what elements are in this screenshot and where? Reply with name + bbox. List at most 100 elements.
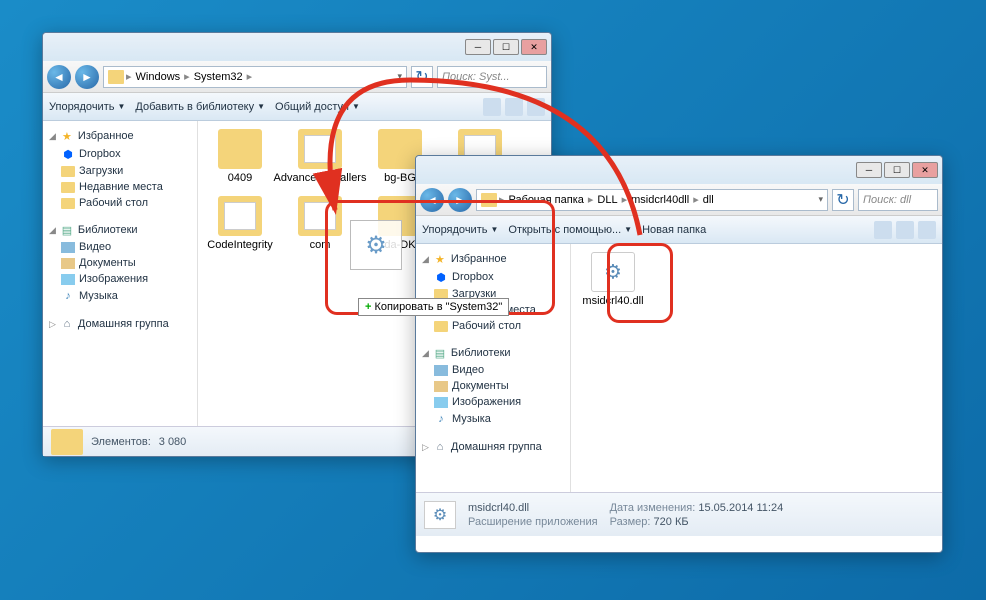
sidebar-item-desktop[interactable]: Рабочий стол (47, 195, 193, 211)
sidebar-item-downloads[interactable]: Загрузки (420, 286, 566, 302)
maximize-button[interactable]: ☐ (493, 39, 519, 55)
sidebar-item-documents[interactable]: Документы (420, 378, 566, 394)
close-button[interactable]: ✕ (912, 162, 938, 178)
sidebar-item-images[interactable]: Изображения (47, 271, 193, 287)
breadcrumb-item[interactable]: msidcrl40dll (629, 194, 691, 206)
forward-button[interactable]: ► (75, 65, 99, 89)
sidebar-favorites[interactable]: ◢★Избранное (47, 127, 193, 145)
folder-item[interactable]: AdvancedInstallers (286, 129, 354, 184)
chevron-right-icon: ▸ (126, 70, 132, 83)
details-modified-value: 15.05.2014 11:24 (698, 502, 783, 514)
folder-icon (298, 129, 342, 169)
view-button[interactable] (874, 221, 892, 239)
library-icon: ▤ (60, 223, 74, 237)
folder-icon (61, 166, 75, 177)
sidebar-item-recent[interactable]: Недавние места (47, 179, 193, 195)
image-icon (434, 397, 448, 408)
minimize-button[interactable]: ─ (856, 162, 882, 178)
collapse-icon: ◢ (49, 131, 56, 142)
details-filename: msidcrl40.dll (468, 502, 598, 514)
sidebar-libraries[interactable]: ◢▤Библиотеки (420, 344, 566, 362)
close-button[interactable]: ✕ (521, 39, 547, 55)
music-icon: ♪ (61, 289, 75, 303)
status-count: 3 080 (159, 436, 187, 448)
details-modified-label: Дата изменения: (610, 502, 696, 514)
sidebar-homegroup[interactable]: ▷⌂Домашняя группа (420, 438, 566, 456)
explorer-window-dll: ─ ☐ ✕ ◄ ► ▸ Рабочая папка ▸ DLL ▸ msidcr… (415, 155, 943, 553)
folder-item[interactable]: 0409 (206, 129, 274, 184)
sidebar-item-downloads[interactable]: Загрузки (47, 163, 193, 179)
sidebar-homegroup[interactable]: ▷⌂Домашняя группа (47, 315, 193, 333)
breadcrumb[interactable]: ▸ Windows ▸ System32 ▸ ▾ (103, 66, 407, 88)
openwith-menu[interactable]: Открыть с помощью...▼ (508, 224, 632, 236)
preview-button[interactable] (505, 98, 523, 116)
maximize-button[interactable]: ☐ (884, 162, 910, 178)
chevron-right-icon: ▸ (622, 193, 628, 206)
help-button[interactable] (918, 221, 936, 239)
sidebar-favorites[interactable]: ◢★Избранное (420, 250, 566, 268)
chevron-right-icon: ▸ (693, 193, 699, 206)
refresh-button[interactable]: ↻ (411, 66, 433, 88)
breadcrumb[interactable]: ▸ Рабочая папка ▸ DLL ▸ msidcrl40dll ▸ d… (476, 189, 828, 211)
sidebar-item-images[interactable]: Изображения (420, 394, 566, 410)
folder-icon (434, 305, 448, 316)
newfolder-button[interactable]: Новая папка (642, 224, 706, 236)
chevron-down-icon: ▼ (117, 102, 125, 111)
sidebar-item-video[interactable]: Видео (47, 239, 193, 255)
breadcrumb-item[interactable]: Рабочая папка (507, 194, 586, 206)
details-size-value: 720 КБ (654, 516, 689, 528)
breadcrumb-item[interactable]: DLL (595, 194, 619, 206)
expand-icon: ▷ (422, 442, 429, 453)
video-icon (434, 365, 448, 376)
breadcrumb-item[interactable]: dll (701, 194, 716, 206)
breadcrumb-item[interactable]: Windows (134, 71, 183, 83)
titlebar: ─ ☐ ✕ (43, 33, 551, 61)
folder-item[interactable]: com (286, 196, 354, 251)
folder-icon (218, 196, 262, 236)
folder-item[interactable]: CodeIntegrity (206, 196, 274, 251)
organize-menu[interactable]: Упорядочить▼ (422, 224, 498, 236)
details-size-label: Размер: (610, 516, 651, 528)
sidebar-item-music[interactable]: ♪Музыка (420, 410, 566, 428)
collapse-icon: ◢ (49, 225, 56, 236)
preview-button[interactable] (896, 221, 914, 239)
expand-icon: ▷ (49, 319, 56, 330)
breadcrumb-item[interactable]: System32 (192, 71, 245, 83)
file-item-dll[interactable]: msidcrl40.dll (579, 252, 647, 307)
sidebar-item-music[interactable]: ♪Музыка (47, 287, 193, 305)
chevron-down-icon[interactable]: ▾ (818, 194, 823, 205)
refresh-button[interactable]: ↻ (832, 189, 854, 211)
sidebar-item-documents[interactable]: Документы (47, 255, 193, 271)
forward-button[interactable]: ► (448, 188, 472, 212)
chevron-down-icon: ▼ (624, 225, 632, 234)
dropbox-icon: ⬢ (61, 147, 75, 161)
sidebar-item-dropbox[interactable]: ⬢Dropbox (420, 268, 566, 286)
chevron-right-icon: ▸ (588, 193, 594, 206)
sidebar-item-dropbox[interactable]: ⬢Dropbox (47, 145, 193, 163)
search-input[interactable]: Поиск: Syst... (437, 66, 547, 88)
back-button[interactable]: ◄ (420, 188, 444, 212)
help-button[interactable] (527, 98, 545, 116)
share-menu[interactable]: Общий доступ▼ (275, 101, 360, 113)
file-pane[interactable]: msidcrl40.dll (571, 244, 942, 492)
sidebar-item-recent[interactable]: Недавние места (420, 302, 566, 318)
view-button[interactable] (483, 98, 501, 116)
document-icon (434, 381, 448, 392)
homegroup-icon: ⌂ (433, 440, 447, 454)
chevron-right-icon: ▸ (184, 70, 190, 83)
dll-file-icon: ⚙ (424, 501, 456, 529)
details-pane: ⚙ msidcrl40.dll Расширение приложения Да… (416, 492, 942, 536)
sidebar-item-video[interactable]: Видео (420, 362, 566, 378)
sidebar: ◢★Избранное ⬢Dropbox Загрузки Недавние м… (416, 244, 571, 492)
minimize-button[interactable]: ─ (465, 39, 491, 55)
addlib-menu[interactable]: Добавить в библиотеку▼ (135, 101, 265, 113)
sidebar-item-desktop[interactable]: Рабочий стол (420, 318, 566, 334)
back-button[interactable]: ◄ (47, 65, 71, 89)
sidebar-libraries[interactable]: ◢▤Библиотеки (47, 221, 193, 239)
organize-menu[interactable]: Упорядочить▼ (49, 101, 125, 113)
search-input[interactable]: Поиск: dll (858, 189, 938, 211)
chevron-down-icon: ▼ (490, 225, 498, 234)
dropbox-icon: ⬢ (434, 270, 448, 284)
chevron-down-icon[interactable]: ▾ (397, 71, 402, 82)
sidebar: ◢★Избранное ⬢Dropbox Загрузки Недавние м… (43, 121, 198, 426)
